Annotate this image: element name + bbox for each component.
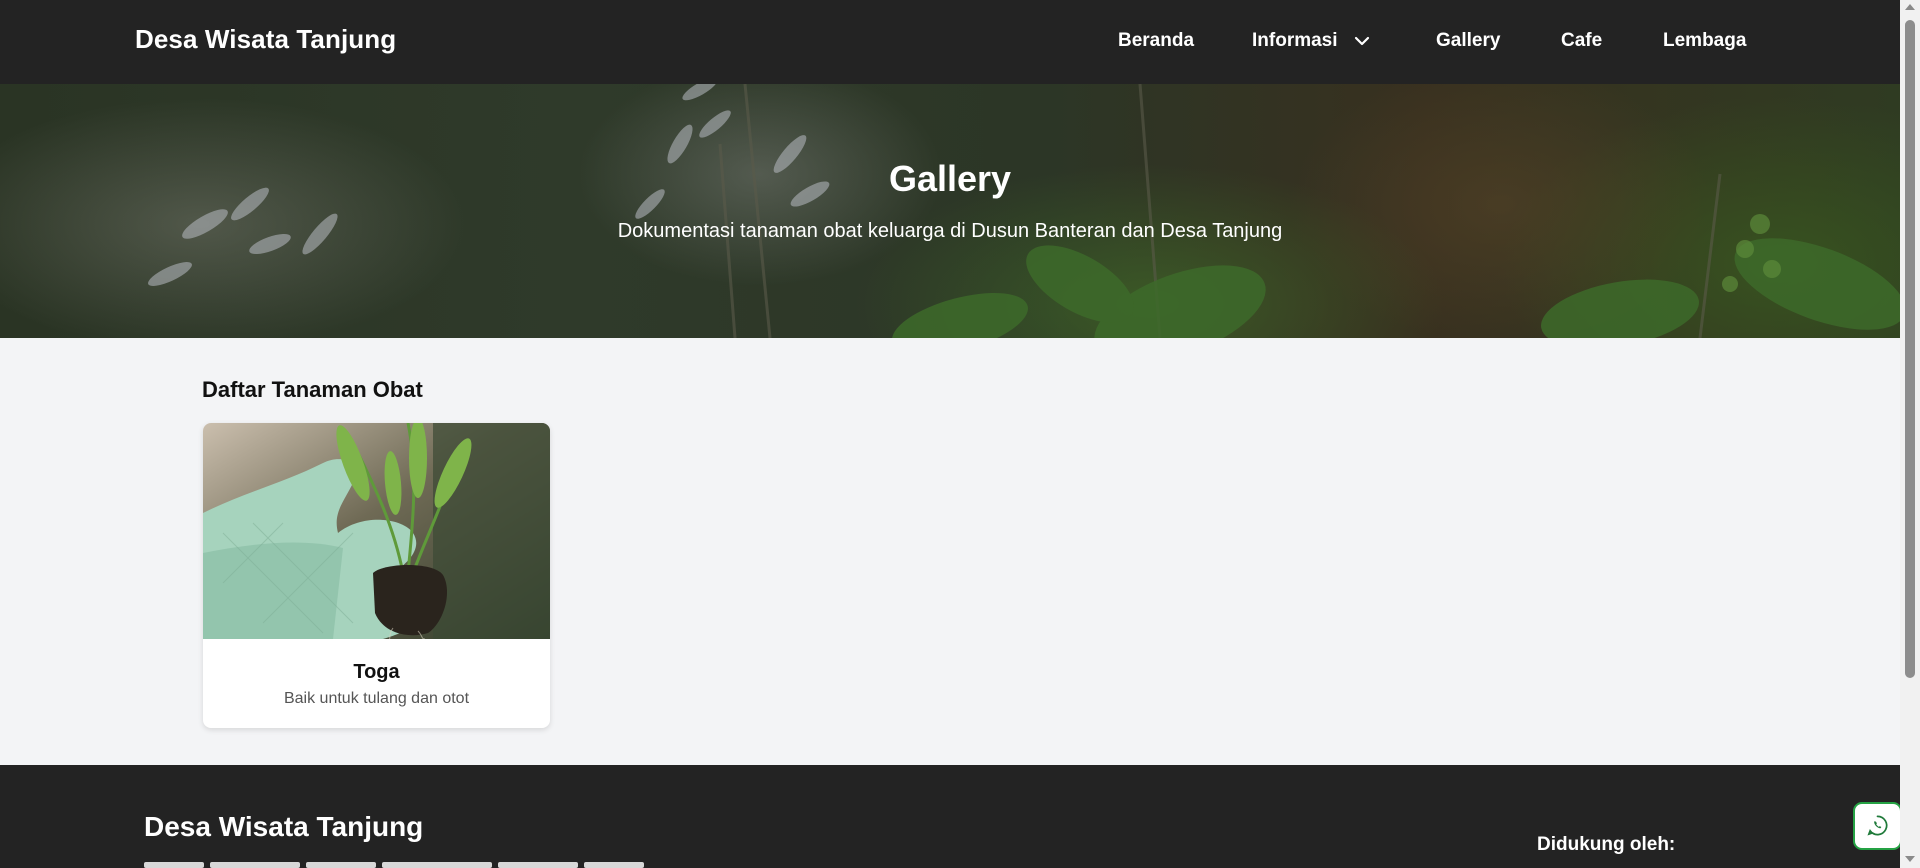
page-scrollbar[interactable] (1900, 0, 1920, 868)
section-title: Daftar Tanaman Obat (202, 377, 423, 402)
whatsapp-button[interactable] (1853, 802, 1902, 850)
nav-informasi[interactable]: Informasi (1252, 30, 1338, 52)
nav-gallery[interactable]: Gallery (1436, 30, 1500, 52)
footer-description-clipped (144, 859, 664, 868)
plant-card-image (203, 423, 550, 639)
plant-card-title: Toga (353, 661, 400, 683)
nav-beranda[interactable]: Beranda (1118, 30, 1194, 52)
page-subtitle: Dokumentasi tanaman obat keluarga di Dus… (617, 220, 1283, 242)
footer-brand: Desa Wisata Tanjung (144, 811, 424, 842)
hero-background-image (148, 84, 1900, 338)
nav-lembaga[interactable]: Lembaga (1663, 30, 1746, 52)
plant-card-description: Baik untuk tulang dan otot (283, 690, 470, 707)
scrollbar-thumb[interactable] (1905, 20, 1915, 678)
footer-supported-label: Didukung oleh: (1537, 834, 1676, 855)
footer: Desa Wisata Tanjung Didukung oleh: (0, 765, 1900, 868)
scroll-up-arrow-icon[interactable] (1905, 4, 1915, 10)
chevron-down-icon[interactable] (1352, 33, 1372, 49)
scroll-down-arrow-icon[interactable] (1905, 856, 1915, 862)
navbar: Desa Wisata Tanjung Beranda Informasi Ga… (0, 0, 1900, 84)
hero-banner: Gallery Dokumentasi tanaman obat keluarg… (0, 84, 1900, 338)
site-brand[interactable]: Desa Wisata Tanjung (135, 24, 396, 55)
plant-card[interactable]: Toga Baik untuk tulang dan otot (203, 423, 550, 728)
nav-cafe[interactable]: Cafe (1561, 30, 1602, 52)
page-title: Gallery (888, 158, 1012, 199)
whatsapp-icon (1867, 815, 1888, 836)
